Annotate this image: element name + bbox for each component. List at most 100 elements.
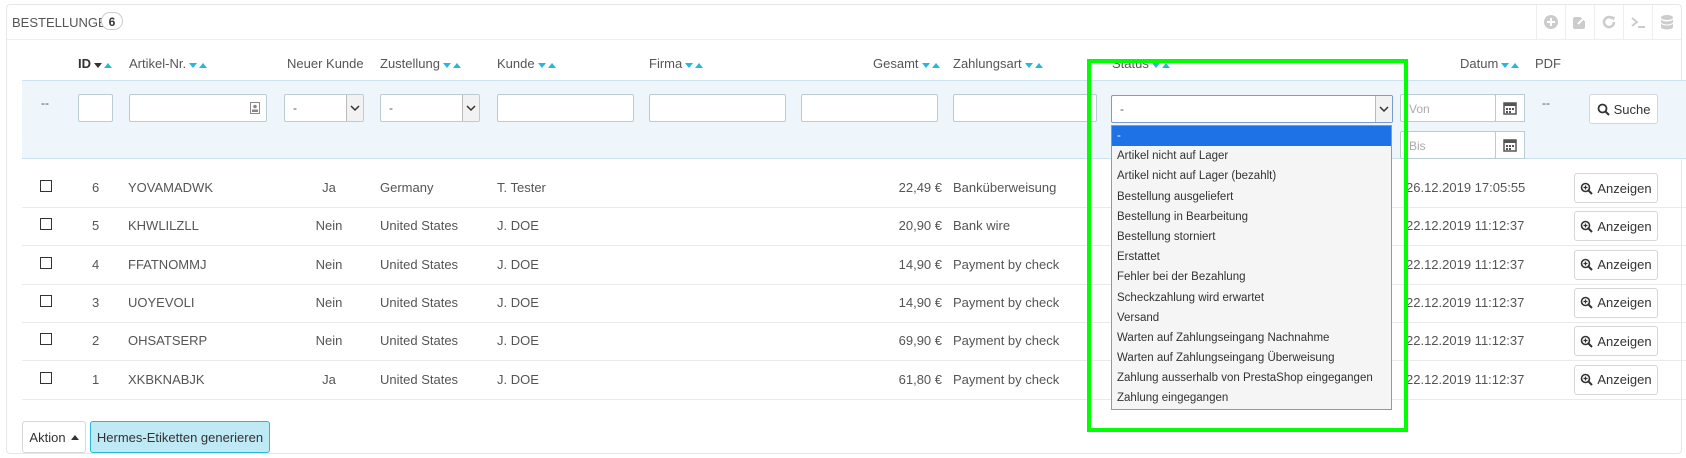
table-row[interactable]: 6 YOVAMADWK Ja Germany T. Tester 22,49 €… bbox=[22, 169, 1686, 208]
row-checkbox[interactable] bbox=[40, 294, 52, 307]
order-id: 5 bbox=[92, 218, 100, 234]
status-select[interactable]: - bbox=[1111, 95, 1393, 123]
view-order-button[interactable]: Anzeigen bbox=[1574, 211, 1658, 242]
search-button[interactable]: Suche bbox=[1589, 94, 1658, 124]
column-header-id[interactable]: ID bbox=[78, 56, 114, 72]
zoom-in-icon bbox=[1581, 220, 1594, 233]
date-from-input[interactable]: Von bbox=[1400, 94, 1496, 122]
sort-arrows[interactable] bbox=[1501, 57, 1521, 72]
row-checkbox[interactable] bbox=[40, 256, 52, 269]
bulk-action-button[interactable]: Aktion bbox=[22, 421, 86, 453]
sort-arrows[interactable] bbox=[685, 57, 705, 72]
status-option[interactable]: Warten auf Zahlungseingang Nachnahme bbox=[1112, 328, 1391, 348]
column-header-status[interactable]: Status bbox=[1112, 56, 1172, 72]
status-option[interactable]: Warten auf Zahlungseingang Überweisung bbox=[1112, 348, 1391, 368]
column-header-reference[interactable]: Artikel-Nr. bbox=[129, 56, 209, 72]
new-customer-value: Nein bbox=[315, 294, 343, 310]
sort-arrows[interactable] bbox=[94, 57, 114, 72]
sort-arrows[interactable] bbox=[1151, 57, 1172, 72]
status-option[interactable]: Zahlung eingegangen bbox=[1112, 388, 1391, 408]
column-header-company[interactable]: Firma bbox=[649, 56, 705, 72]
order-total: 61,80 € bbox=[898, 371, 942, 387]
total-filter-input[interactable] bbox=[801, 94, 938, 122]
sort-arrows[interactable] bbox=[921, 57, 942, 72]
status-option[interactable]: Bestellung ausgeliefert bbox=[1112, 187, 1391, 207]
order-id: 4 bbox=[92, 256, 100, 272]
table-row[interactable]: 4 FFATNOMMJ Nein United States J. DOE 14… bbox=[22, 246, 1686, 285]
order-total: 20,90 € bbox=[898, 218, 942, 234]
delivery-country: United States bbox=[380, 294, 459, 310]
sort-arrows[interactable] bbox=[442, 57, 463, 72]
column-header-customer[interactable]: Kunde bbox=[497, 56, 558, 72]
id-filter-input[interactable] bbox=[78, 94, 113, 122]
payment-method: Payment by check bbox=[953, 256, 1060, 272]
column-header-total[interactable]: Gesamt bbox=[873, 56, 942, 72]
select-all-placeholder: -- bbox=[41, 96, 49, 110]
view-order-button[interactable]: Anzeigen bbox=[1574, 173, 1658, 203]
refresh-button[interactable] bbox=[1594, 5, 1623, 39]
sort-arrows[interactable] bbox=[537, 57, 558, 72]
date-to-calendar-button[interactable] bbox=[1495, 131, 1525, 159]
order-total: 14,90 € bbox=[898, 294, 942, 310]
payment-method: Bank wire bbox=[953, 218, 1011, 234]
delivery-country: United States bbox=[380, 333, 459, 349]
sql-manager-button[interactable] bbox=[1652, 5, 1681, 39]
order-count-badge: 6 bbox=[101, 12, 123, 30]
view-order-button[interactable]: Anzeigen bbox=[1574, 249, 1658, 280]
export-button[interactable] bbox=[1565, 5, 1594, 39]
row-checkbox[interactable] bbox=[40, 218, 52, 231]
customer-filter-input[interactable] bbox=[497, 94, 634, 122]
pdf-filter-placeholder: -- bbox=[1542, 96, 1550, 110]
status-option[interactable]: - bbox=[1112, 126, 1391, 147]
calendar-icon bbox=[1503, 102, 1517, 115]
sort-arrows[interactable] bbox=[189, 57, 209, 72]
view-order-button[interactable]: Anzeigen bbox=[1574, 287, 1658, 318]
order-reference: FFATNOMMJ bbox=[128, 256, 207, 272]
delivery-select[interactable]: - bbox=[380, 94, 480, 122]
generate-hermes-labels-button[interactable]: Hermes-Etiketten generieren bbox=[90, 421, 270, 453]
new-customer-select[interactable]: - bbox=[284, 94, 364, 122]
order-id: 1 bbox=[92, 371, 100, 387]
table-row[interactable]: 1 XKBKNABJK Ja United States J. DOE 61,8… bbox=[22, 361, 1686, 400]
order-total: 14,90 € bbox=[898, 256, 942, 272]
terminal-icon bbox=[1631, 17, 1645, 28]
status-option[interactable]: Bestellung in Bearbeitung bbox=[1112, 207, 1391, 227]
date-from-calendar-button[interactable] bbox=[1495, 94, 1525, 122]
sql-query-button[interactable] bbox=[1623, 5, 1652, 39]
status-dropdown-list[interactable]: - Artikel nicht auf Lager Artikel nicht au… bbox=[1111, 125, 1392, 410]
table-row[interactable]: 3 UOYEVOLI Nein United States J. DOE 14,… bbox=[22, 284, 1686, 323]
view-order-button[interactable]: Anzeigen bbox=[1574, 364, 1658, 395]
sort-arrows[interactable] bbox=[1024, 57, 1045, 72]
status-option[interactable]: Artikel nicht auf Lager bbox=[1112, 146, 1391, 166]
status-option[interactable]: Artikel nicht auf Lager (bezahlt) bbox=[1112, 166, 1391, 186]
column-header-date[interactable]: Datum bbox=[1460, 56, 1521, 72]
order-id: 3 bbox=[92, 294, 100, 310]
table-row[interactable]: 2 OHSATSERP Nein United States J. DOE 69… bbox=[22, 322, 1686, 362]
status-option[interactable]: Erstattet bbox=[1112, 247, 1391, 267]
column-header-payment[interactable]: Zahlungsart bbox=[953, 56, 1045, 72]
reference-filter-input[interactable] bbox=[129, 94, 267, 122]
row-checkbox[interactable] bbox=[40, 180, 52, 192]
zoom-in-icon bbox=[1581, 297, 1594, 310]
status-option[interactable]: Zahlung ausserhalb von PrestaShop eingeg… bbox=[1112, 368, 1391, 388]
row-checkbox[interactable] bbox=[40, 333, 52, 346]
date-to-input[interactable]: Bis bbox=[1400, 131, 1496, 159]
view-order-button[interactable]: Anzeigen bbox=[1574, 326, 1658, 357]
search-icon bbox=[1597, 103, 1610, 116]
delivery-country: United States bbox=[380, 256, 459, 272]
add-new-button[interactable] bbox=[1536, 5, 1565, 39]
table-row[interactable]: 5 KHWLILZLL Nein United States J. DOE 20… bbox=[22, 207, 1686, 247]
status-option[interactable]: Scheckzahlung wird erwartet bbox=[1112, 288, 1391, 308]
delivery-country: Germany bbox=[380, 180, 434, 195]
status-option[interactable]: Bestellung storniert bbox=[1112, 227, 1391, 247]
database-icon bbox=[1660, 15, 1674, 30]
status-option[interactable]: Fehler bei der Bezahlung bbox=[1112, 267, 1391, 287]
zoom-in-icon bbox=[1581, 258, 1594, 271]
order-date: 22.12.2019 11:12:37 bbox=[1406, 294, 1525, 310]
company-filter-input[interactable] bbox=[649, 94, 786, 122]
column-header-delivery[interactable]: Zustellung bbox=[380, 56, 463, 72]
column-header-pdf: PDF bbox=[1535, 56, 1561, 71]
row-checkbox[interactable] bbox=[40, 371, 52, 384]
status-option[interactable]: Versand bbox=[1112, 308, 1391, 328]
payment-filter-input[interactable] bbox=[953, 94, 1097, 122]
